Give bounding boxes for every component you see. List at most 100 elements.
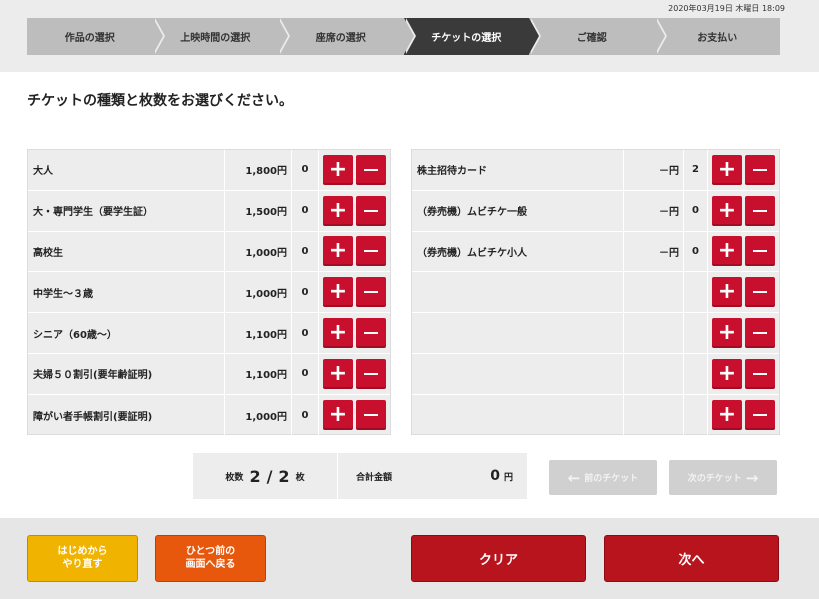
step-label: お支払い bbox=[697, 33, 738, 44]
ticket-name: 高校生 bbox=[28, 231, 225, 272]
plus-icon: + bbox=[717, 320, 737, 346]
step-progress-bar: 作品の選択 上映時間の選択 座席の選択 チケットの選択 ご確認 お支払い bbox=[27, 18, 780, 55]
ticket-name bbox=[412, 394, 624, 436]
ticket-buttons: + bbox=[708, 232, 779, 272]
plus-button[interactable]: + bbox=[323, 400, 353, 431]
step-5: ご確認 bbox=[529, 18, 667, 55]
ticket-row: 中学生～３歳 1,000円 0 + bbox=[28, 272, 390, 314]
minus-button[interactable] bbox=[745, 154, 775, 185]
minus-button[interactable] bbox=[745, 400, 775, 431]
ticket-buttons: + bbox=[319, 272, 390, 312]
ticket-name: （券売機）ムビチケ一般 bbox=[412, 190, 624, 231]
plus-button[interactable]: + bbox=[712, 154, 742, 185]
step-label: 座席の選択 bbox=[315, 33, 366, 44]
minus-button[interactable] bbox=[745, 236, 775, 267]
plus-icon: + bbox=[717, 279, 737, 305]
minus-button[interactable] bbox=[356, 236, 386, 267]
count-unit: 枚 bbox=[295, 472, 305, 483]
ticket-buttons: + bbox=[319, 191, 390, 231]
minus-button[interactable] bbox=[745, 358, 775, 389]
ticket-row: + bbox=[412, 353, 779, 395]
minus-button[interactable] bbox=[745, 195, 775, 226]
minus-button[interactable] bbox=[745, 277, 775, 308]
plus-button[interactable]: + bbox=[712, 195, 742, 226]
selected-count: 2 bbox=[249, 466, 261, 486]
restart-button[interactable]: はじめから やり直す bbox=[27, 535, 138, 582]
datetime: 2020年03月19日 木曜日 18:09 bbox=[668, 4, 785, 13]
ticket-buttons: + bbox=[708, 313, 779, 353]
ticket-buttons: + bbox=[708, 272, 779, 312]
ticket-name bbox=[412, 313, 624, 353]
page-title: チケットの種類と枚数をお選びください。 bbox=[27, 93, 293, 109]
ticket-buttons: + bbox=[708, 354, 779, 394]
ticket-price bbox=[624, 353, 684, 394]
ticket-price: 1,100円 bbox=[225, 313, 292, 353]
step-6: お支払い bbox=[654, 18, 780, 55]
ticket-count: 0 bbox=[292, 190, 319, 231]
minus-button[interactable] bbox=[356, 195, 386, 226]
ticket-name bbox=[412, 272, 624, 313]
plus-button[interactable]: + bbox=[323, 154, 353, 185]
amount-summary: 合計金額 0 円 bbox=[338, 453, 527, 499]
back-button[interactable]: ひとつ前の 画面へ戻る bbox=[155, 535, 266, 582]
minus-button[interactable] bbox=[356, 277, 386, 308]
step-arrow bbox=[654, 18, 665, 54]
ticket-buttons: + bbox=[319, 395, 390, 436]
ticket-buttons: + bbox=[319, 150, 390, 190]
step-label: チケットの選択 bbox=[431, 33, 502, 44]
ticket-row: 株主招待カード －円 2 + bbox=[412, 150, 779, 191]
plus-button[interactable]: + bbox=[323, 236, 353, 267]
minus-button[interactable] bbox=[356, 358, 386, 389]
prev-ticket-button[interactable]: ← 前のチケット bbox=[549, 460, 657, 495]
minus-icon bbox=[364, 372, 378, 375]
minus-icon bbox=[364, 414, 378, 417]
plus-button[interactable]: + bbox=[323, 318, 353, 349]
ticket-row: 大人 1,800円 0 + bbox=[28, 150, 390, 191]
count-separator: / bbox=[266, 466, 273, 486]
step-2: 上映時間の選択 bbox=[152, 18, 290, 55]
clear-button[interactable]: クリア bbox=[411, 535, 586, 582]
step-arrow bbox=[152, 18, 163, 54]
minus-button[interactable] bbox=[356, 318, 386, 349]
step-arrow bbox=[278, 18, 288, 54]
plus-icon: + bbox=[717, 197, 737, 223]
ticket-row: + bbox=[412, 272, 779, 314]
ticket-count: 0 bbox=[292, 150, 319, 190]
ticket-count bbox=[684, 272, 708, 313]
ticket-count bbox=[684, 353, 708, 394]
step-arrow bbox=[403, 18, 414, 54]
minus-icon bbox=[364, 250, 378, 253]
step-arrow bbox=[529, 18, 539, 54]
minus-button[interactable] bbox=[356, 400, 386, 431]
plus-button[interactable]: + bbox=[323, 195, 353, 226]
back-label-line1: ひとつ前の bbox=[185, 546, 236, 557]
minus-icon bbox=[364, 209, 378, 212]
minus-icon bbox=[753, 168, 767, 171]
plus-button[interactable]: + bbox=[712, 400, 742, 431]
plus-button[interactable]: + bbox=[323, 358, 353, 389]
plus-button[interactable]: + bbox=[712, 236, 742, 267]
plus-icon: + bbox=[717, 402, 737, 428]
minus-button[interactable] bbox=[745, 318, 775, 349]
ticket-row: シニア（60歳～） 1,100円 0 + bbox=[28, 313, 390, 354]
ticket-count bbox=[684, 394, 708, 436]
arrow-right-icon: → bbox=[745, 468, 759, 487]
ticket-price: 1,800円 bbox=[225, 150, 292, 190]
next-button[interactable]: 次へ bbox=[604, 535, 779, 582]
plus-icon: + bbox=[328, 402, 348, 428]
plus-button[interactable]: + bbox=[712, 277, 742, 308]
ticket-price: 1,100円 bbox=[225, 353, 292, 394]
prev-ticket-label: 前のチケット bbox=[584, 474, 639, 484]
ticket-buttons: + bbox=[319, 313, 390, 353]
plus-icon: + bbox=[328, 279, 348, 305]
plus-button[interactable]: + bbox=[712, 318, 742, 349]
plus-icon: + bbox=[717, 156, 737, 182]
plus-button[interactable]: + bbox=[712, 358, 742, 389]
amount-unit: 円 bbox=[503, 472, 513, 483]
minus-button[interactable] bbox=[356, 154, 386, 185]
step-3: 座席の選択 bbox=[278, 18, 416, 55]
total-amount: 0 bbox=[490, 468, 500, 484]
plus-button[interactable]: + bbox=[323, 277, 353, 308]
step-1: 作品の選択 bbox=[27, 18, 165, 55]
next-ticket-button[interactable]: 次のチケット → bbox=[669, 460, 777, 495]
